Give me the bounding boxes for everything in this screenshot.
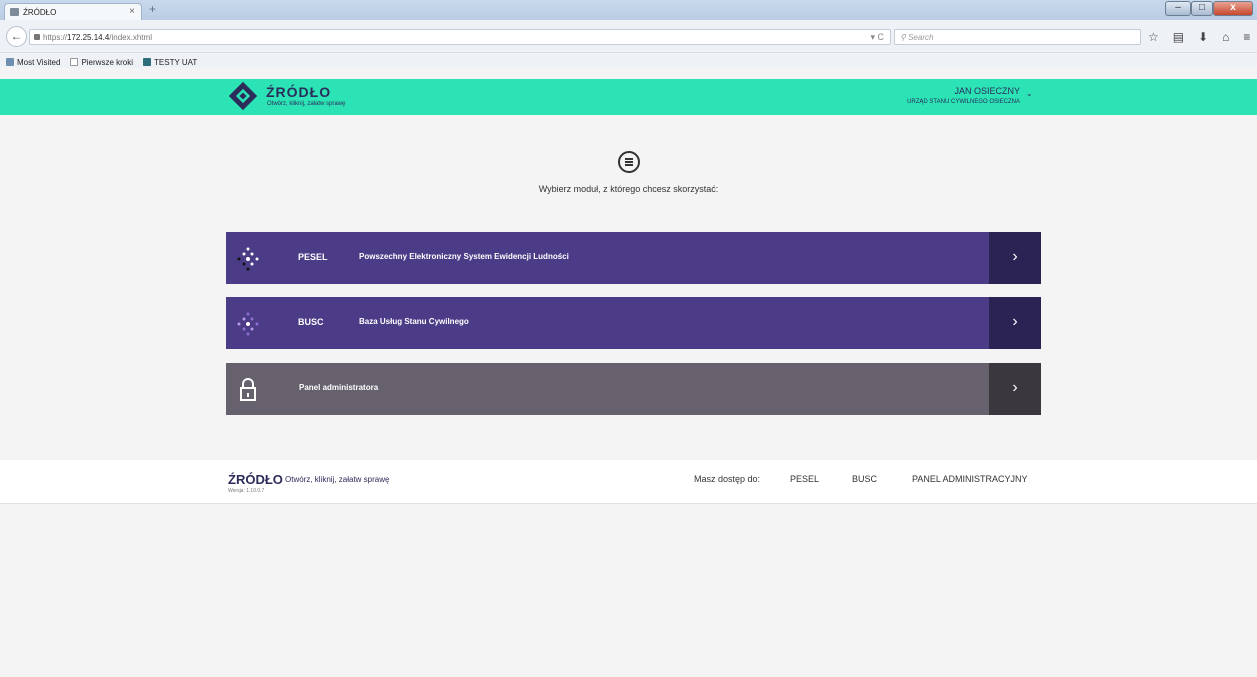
tab-close-icon[interactable]: × bbox=[129, 6, 135, 17]
tab-favicon-icon bbox=[10, 8, 19, 16]
site-icon bbox=[143, 58, 152, 66]
bookmark-label: Most Visited bbox=[17, 57, 61, 67]
search-input[interactable]: ⚲ Search bbox=[894, 29, 1141, 45]
chevron-down-icon[interactable]: ⌄ bbox=[1026, 89, 1033, 98]
back-arrow-icon[interactable]: ← bbox=[6, 26, 27, 47]
folder-icon bbox=[6, 58, 14, 66]
brand-name: ŹRÓDŁO bbox=[266, 84, 332, 100]
unlock-icon bbox=[240, 378, 256, 401]
bookmarks-toolbar: Most Visited Pierwsze kroki TESTY UAT bbox=[0, 54, 1257, 68]
window-minimize-button[interactable]: – bbox=[1165, 1, 1191, 16]
bookmark-testy-uat[interactable]: TESTY UAT bbox=[143, 56, 197, 68]
bookmark-label: TESTY UAT bbox=[154, 57, 198, 67]
search-placeholder: Search bbox=[908, 33, 934, 42]
chevron-right-icon[interactable]: › bbox=[989, 297, 1041, 349]
module-description: Baza Usług Stanu Cywilnego bbox=[359, 317, 469, 326]
module-admin-panel[interactable]: Panel administratora › bbox=[226, 363, 1041, 415]
bookmark-star-icon[interactable]: ☆ bbox=[1148, 30, 1159, 44]
user-name[interactable]: JAN OSIECZNY bbox=[954, 86, 1020, 96]
footer-link-pesel[interactable]: PESEL bbox=[790, 474, 819, 484]
bookmarks-list-icon[interactable]: ▤ bbox=[1173, 30, 1184, 44]
module-code: BUSC bbox=[298, 317, 324, 327]
module-admin-body[interactable]: Panel administratora bbox=[226, 363, 989, 415]
chevron-right-icon[interactable]: › bbox=[989, 232, 1041, 284]
module-pesel[interactable]: PESEL Powszechny Elektroniczny System Ew… bbox=[226, 232, 1041, 284]
footer-link-busc[interactable]: BUSC bbox=[852, 474, 877, 484]
module-description: Panel administratora bbox=[299, 383, 379, 392]
downloads-icon[interactable]: ⬇ bbox=[1198, 30, 1208, 44]
url-path: /index.xhtml bbox=[109, 33, 152, 42]
footer-tagline: Otwórz, kliknij, załatw sprawę bbox=[285, 475, 390, 484]
footer-link-admin-panel[interactable]: PANEL ADMINISTRACYJNY bbox=[912, 474, 1028, 484]
module-pesel-body[interactable]: PESEL Powszechny Elektroniczny System Ew… bbox=[226, 232, 989, 284]
page-background bbox=[0, 504, 1257, 677]
module-busc-body[interactable]: BUSC Baza Usług Stanu Cywilnego bbox=[226, 297, 989, 349]
module-selection: Wybierz moduł, z którego chcesz skorzyst… bbox=[0, 115, 1257, 460]
module-busc[interactable]: BUSC Baza Usług Stanu Cywilnego › bbox=[226, 297, 1041, 349]
footer-version: Wersja: 1.10.0.7 bbox=[228, 488, 265, 494]
new-tab-button[interactable]: + bbox=[149, 2, 156, 16]
window-close-button[interactable]: x bbox=[1213, 1, 1253, 16]
browser-tab-bar: ŹRÓDŁO × + – □ x bbox=[0, 0, 1257, 20]
window-maximize-button[interactable]: □ bbox=[1191, 1, 1213, 16]
app-header: ŹRÓDŁO Otwórz, kliknij, załatw sprawę JA… bbox=[0, 79, 1257, 115]
access-label: Masz dostęp do: bbox=[694, 474, 761, 484]
module-description: Powszechny Elektroniczny System Ewidencj… bbox=[359, 252, 569, 261]
url-bar[interactable]: https://172.25.14.4/index.xhtml ▾ C bbox=[29, 29, 891, 45]
footer-brand: ŹRÓDŁO bbox=[228, 472, 283, 487]
chevron-right-icon[interactable]: › bbox=[989, 363, 1041, 415]
page: ŹRÓDŁO Otwórz, kliknij, załatw sprawę JA… bbox=[0, 69, 1257, 677]
user-organization: URZĄD STANU CYWILNEGO OSIECZNA bbox=[907, 99, 1020, 105]
pesel-dots-icon bbox=[237, 247, 259, 271]
app-footer: ŹRÓDŁO Otwórz, kliknij, załatw sprawę We… bbox=[0, 460, 1257, 504]
browser-nav-bar: ← https://172.25.14.4/index.xhtml ▾ C ⚲ … bbox=[0, 20, 1257, 53]
brand-tagline: Otwórz, kliknij, załatw sprawę bbox=[267, 101, 346, 107]
url-host: 172.25.14.4 bbox=[67, 33, 110, 42]
home-icon[interactable]: ⌂ bbox=[1222, 30, 1229, 44]
list-icon bbox=[618, 151, 640, 173]
lock-icon bbox=[34, 34, 40, 40]
bookmark-pierwsze-kroki[interactable]: Pierwsze kroki bbox=[70, 56, 133, 68]
bookmark-most-visited[interactable]: Most Visited bbox=[6, 56, 60, 68]
page-icon bbox=[70, 58, 79, 66]
url-scheme: https:// bbox=[43, 33, 68, 42]
reload-icon[interactable]: ▾ C bbox=[870, 32, 884, 43]
module-code: PESEL bbox=[298, 252, 328, 262]
search-icon: ⚲ bbox=[900, 33, 909, 42]
bookmark-label: Pierwsze kroki bbox=[81, 57, 134, 67]
menu-icon[interactable]: ≡ bbox=[1243, 30, 1250, 44]
browser-tab[interactable]: ŹRÓDŁO × bbox=[4, 3, 142, 20]
module-prompt: Wybierz moduł, z którego chcesz skorzyst… bbox=[538, 184, 719, 194]
tab-title: ŹRÓDŁO bbox=[23, 8, 57, 17]
zrodlo-logo-icon[interactable] bbox=[228, 81, 258, 111]
busc-dots-icon bbox=[237, 312, 259, 336]
